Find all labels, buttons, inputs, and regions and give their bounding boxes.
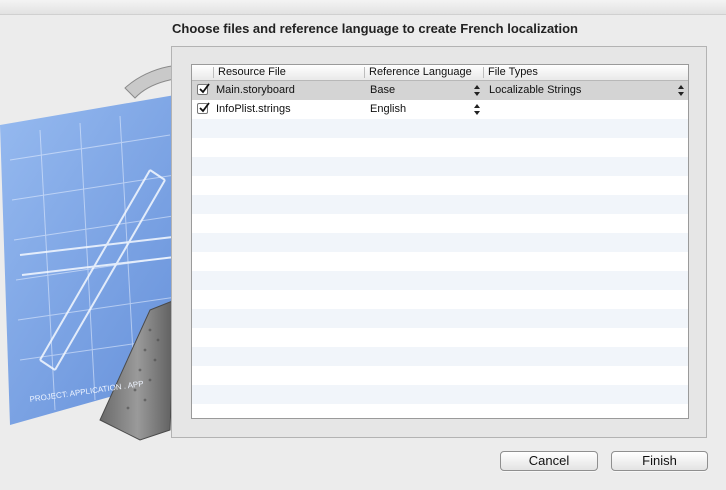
checkmark-icon <box>199 102 210 113</box>
empty-table-row <box>192 157 688 176</box>
table-header: Resource File Reference Language File Ty… <box>192 65 688 81</box>
empty-table-row <box>192 214 688 233</box>
checkmark-icon <box>199 83 210 94</box>
reference-language-value: English <box>370 103 407 115</box>
reference-language-popup[interactable]: English <box>370 100 482 119</box>
empty-table-row <box>192 195 688 214</box>
column-header-file-types[interactable]: File Types <box>484 65 684 80</box>
column-header-reference-language[interactable]: Reference Language <box>365 65 483 80</box>
empty-table-row <box>192 404 688 418</box>
table-row[interactable]: InfoPlist.strings English <box>192 100 688 119</box>
column-header-resource-file[interactable]: Resource File <box>214 65 364 80</box>
file-types-value: Localizable Strings <box>489 84 582 96</box>
empty-table-row <box>192 119 688 138</box>
empty-table-row <box>192 290 688 309</box>
empty-table-row <box>192 347 688 366</box>
empty-table-row <box>192 309 688 328</box>
empty-table-row <box>192 233 688 252</box>
empty-table-row <box>192 252 688 271</box>
dialog-title: Choose files and reference language to c… <box>172 21 579 36</box>
include-checkbox[interactable] <box>197 83 210 95</box>
file-types-popup[interactable]: Localizable Strings <box>489 81 687 100</box>
reference-language-popup[interactable]: Base <box>370 81 482 100</box>
popup-arrows-icon <box>474 85 480 96</box>
empty-table-row <box>192 366 688 385</box>
empty-table-row <box>192 328 688 347</box>
finish-button[interactable]: Finish <box>611 451 708 471</box>
empty-table-row <box>192 138 688 157</box>
table-row[interactable]: Main.storyboard Base Localizable Strings <box>192 81 688 100</box>
empty-table-row <box>192 176 688 195</box>
include-checkbox[interactable] <box>197 102 210 114</box>
popup-arrows-icon <box>474 104 480 115</box>
window-top-strip <box>0 0 726 15</box>
empty-table-row <box>192 385 688 404</box>
table-body: Main.storyboard Base Localizable Strings… <box>192 81 688 418</box>
localization-files-table[interactable]: Resource File Reference Language File Ty… <box>191 64 689 419</box>
resource-file-name: Main.storyboard <box>216 84 295 96</box>
empty-table-row <box>192 271 688 290</box>
popup-arrows-icon <box>678 85 684 96</box>
reference-language-value: Base <box>370 84 396 96</box>
files-group-box: Resource File Reference Language File Ty… <box>171 46 707 438</box>
cancel-button[interactable]: Cancel <box>500 451 598 471</box>
resource-file-name: InfoPlist.strings <box>216 103 291 115</box>
